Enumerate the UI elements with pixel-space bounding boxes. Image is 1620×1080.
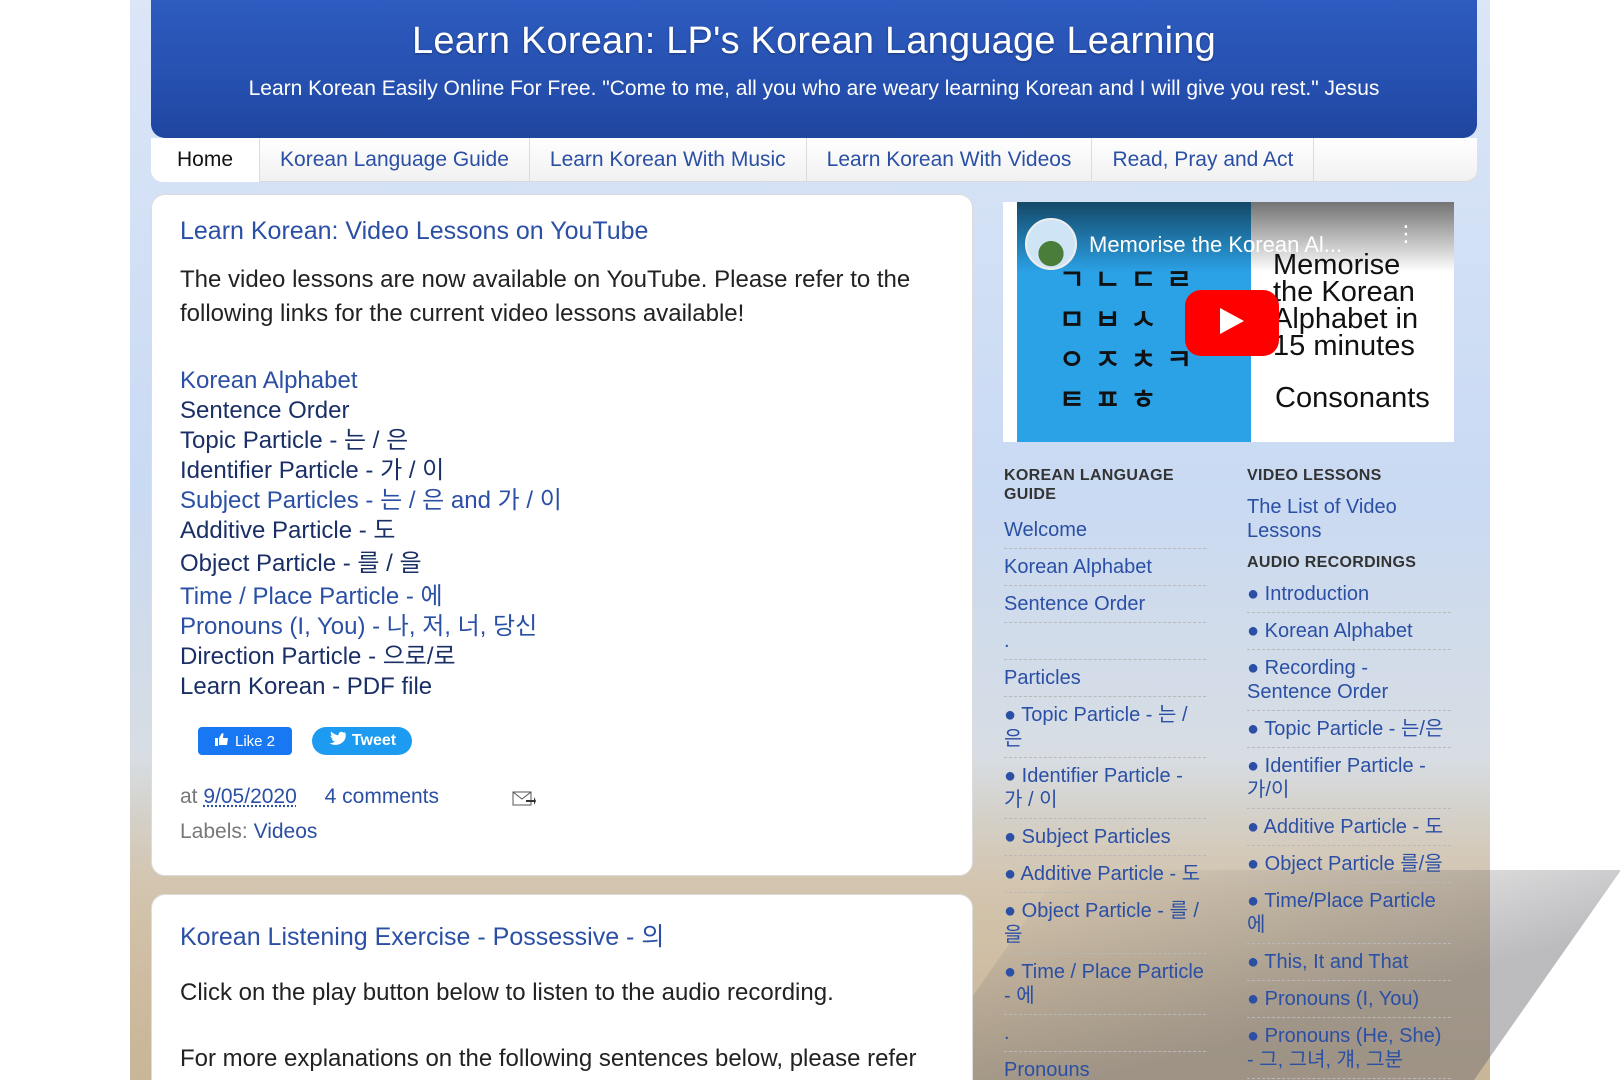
sidebar-link[interactable]: ● Recording - Sentence Order: [1247, 650, 1451, 711]
tab-read-pray-and-act[interactable]: Read, Pray and Act: [1092, 138, 1315, 182]
lesson-link[interactable]: Topic Particle - 는 / 은: [180, 426, 562, 456]
blog-header: Learn Korean: LP's Korean Language Learn…: [151, 0, 1477, 138]
sidebar-link[interactable]: .: [1004, 1015, 1206, 1052]
post-paragraph: For more explanations on the following s…: [180, 1045, 917, 1072]
sidebar-link[interactable]: ● Topic Particle - 는 / 은: [1004, 697, 1206, 758]
post-body: The video lessons are now available on Y…: [180, 266, 911, 327]
sidebar-link[interactable]: ● Subject Particles: [1004, 819, 1206, 856]
tweet-label: Tweet: [351, 732, 397, 749]
lesson-link[interactable]: Pronouns (I, You) - 나, 저, 너, 당신: [180, 612, 562, 642]
labels-label: Labels:: [180, 820, 248, 843]
post-comments-link[interactable]: 4 comments: [325, 785, 439, 808]
video-thumbnail-subtitle: Consonants: [1275, 382, 1430, 414]
tab-korean-language-guide[interactable]: Korean Language Guide: [260, 138, 530, 182]
sidebar-link[interactable]: Welcome: [1004, 512, 1206, 549]
blog-description: Learn Korean Easily Online For Free. "Co…: [248, 77, 1380, 100]
lesson-link[interactable]: Additive Particle - 도: [180, 516, 562, 546]
sidebar-link[interactable]: ● Identifier Particle - 가/이: [1247, 748, 1451, 809]
post-card: Learn Korean: Video Lessons on YouTube T…: [151, 194, 973, 876]
blog-title[interactable]: Learn Korean: LP's Korean Language Learn…: [151, 0, 1477, 63]
facebook-like-button[interactable]: Like 2: [198, 727, 292, 755]
lesson-link[interactable]: Learn Korean - PDF file: [180, 672, 562, 702]
lesson-link[interactable]: Sentence Order: [180, 396, 562, 426]
tab-learn-korean-with-music[interactable]: Learn Korean With Music: [530, 138, 807, 182]
sidebar-link[interactable]: ● Time / Place Particle - 에: [1004, 954, 1206, 1015]
thumbs-up-icon: [214, 732, 229, 750]
video-lesson-links: Korean Alphabet Sentence Order Topic Par…: [180, 366, 562, 702]
sidebar-link[interactable]: ● This, It and That: [1247, 944, 1451, 981]
lesson-link[interactable]: Korean Alphabet: [180, 366, 562, 396]
lesson-link[interactable]: Subject Particles - 는 / 은 and 가 / 이: [180, 486, 562, 516]
post-title[interactable]: Korean Listening Exercise - Possessive -…: [180, 917, 664, 953]
tab-home[interactable]: Home: [151, 138, 261, 182]
channel-avatar[interactable]: [1025, 218, 1077, 270]
post-labels: Labels: Videos: [180, 820, 317, 844]
post-title[interactable]: Learn Korean: Video Lessons on YouTube: [180, 217, 648, 246]
twitter-bird-icon: [328, 731, 346, 751]
post-card: Korean Listening Exercise - Possessive -…: [151, 894, 973, 1080]
sidebar-link[interactable]: Korean Alphabet: [1004, 549, 1206, 586]
post-paragraph: Click on the play button below to listen…: [180, 979, 834, 1006]
sidebar-link[interactable]: ● Topic Particle - 는/은: [1247, 711, 1451, 748]
lesson-link[interactable]: Time / Place Particle - 에: [180, 582, 562, 612]
youtube-play-button[interactable]: [1185, 290, 1279, 356]
sidebar-link[interactable]: ● Time/Place Particle 에: [1247, 883, 1451, 944]
sidebar-heading: AUDIO RECORDINGS: [1247, 554, 1417, 571]
sidebar-link[interactable]: ● Pronouns (I, You): [1247, 981, 1451, 1018]
sidebar-video-audio: VIDEO LESSONS The List of Video Lessons …: [1247, 466, 1451, 1079]
lesson-link[interactable]: Object Particle - 를 / 을: [180, 549, 562, 579]
tab-learn-korean-with-videos[interactable]: Learn Korean With Videos: [807, 138, 1093, 182]
sidebar-link[interactable]: ● Object Particle 를/을: [1247, 846, 1451, 883]
video-title[interactable]: Memorise the Korean Al...: [1089, 232, 1342, 258]
sidebar-link[interactable]: ● Object Particle - 를 / 을: [1004, 893, 1206, 954]
sidebar-korean-language-guide: KOREAN LANGUAGE GUIDE Welcome Korean Alp…: [1004, 466, 1206, 1080]
sidebar-link[interactable]: The List of Video Lessons: [1247, 489, 1451, 549]
sidebar-link[interactable]: ● Additive Particle - 도: [1004, 856, 1206, 893]
post-at-label: at: [180, 785, 198, 808]
sidebar-heading: KOREAN LANGUAGE GUIDE: [1004, 467, 1174, 503]
sidebar-link[interactable]: ● Pronouns (He, She) - 그, 그녀, 걔, 그분: [1247, 1018, 1451, 1079]
post-date-link[interactable]: 9/05/2020: [203, 785, 296, 808]
play-icon: [1218, 306, 1246, 341]
share-buttons: Like 2 Tweet: [198, 727, 412, 755]
sidebar-link[interactable]: Particles: [1004, 660, 1206, 697]
sidebar-link[interactable]: ● Identifier Particle - 가 / 이: [1004, 758, 1206, 819]
sidebar-link[interactable]: ● Introduction: [1247, 576, 1451, 613]
sidebar-link[interactable]: Sentence Order: [1004, 586, 1206, 623]
sidebar-link[interactable]: ● Additive Particle - 도: [1247, 809, 1451, 846]
email-post-icon[interactable]: [512, 789, 536, 806]
sidebar-link[interactable]: ● Korean Alphabet: [1247, 613, 1451, 650]
nav-tabs: Home Korean Language Guide Learn Korean …: [151, 138, 1477, 182]
lesson-link[interactable]: Direction Particle - 으로/로: [180, 642, 562, 672]
lesson-link[interactable]: Identifier Particle - 가 / 이: [180, 456, 562, 486]
youtube-embed[interactable]: ㄱㄴㄷㄹ ㅁㅂㅅ ㅇㅈㅊㅋ ㅌㅍㅎ Memorise the Korean Al…: [1003, 202, 1454, 442]
sidebar-heading: VIDEO LESSONS: [1247, 467, 1382, 484]
sidebar-link[interactable]: Pronouns: [1004, 1052, 1206, 1080]
post-meta: at 9/05/2020 4 comments: [180, 785, 536, 809]
more-options-icon[interactable]: ⋮: [1395, 223, 1417, 245]
like-label: Like 2: [234, 732, 276, 750]
sidebar-link[interactable]: .: [1004, 623, 1206, 660]
tweet-button[interactable]: Tweet: [312, 727, 412, 755]
label-videos-link[interactable]: Videos: [254, 820, 318, 843]
